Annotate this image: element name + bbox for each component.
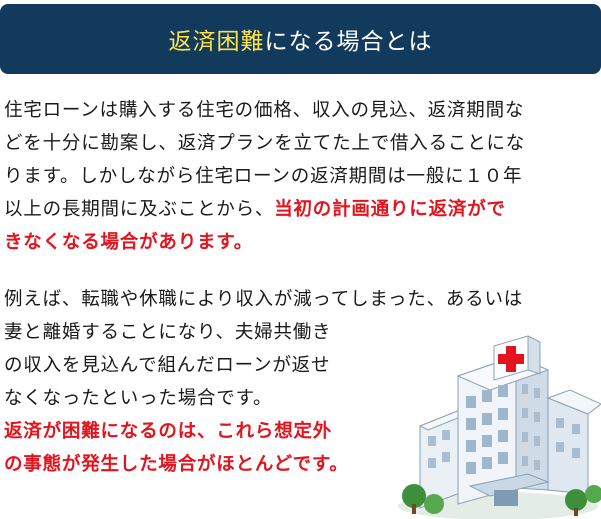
paragraph-1: 住宅ローンは購入する住宅の価格、収入の見込、返済期間な どを十分に勘案し、返済プ…: [4, 94, 525, 259]
paragraph-1-line-1: 住宅ローンは購入する住宅の価格、収入の見込、返済期間な: [4, 100, 525, 121]
header-title-rest: になる場合とは: [264, 29, 433, 55]
paragraph-1-line-2: どを十分に勘案し、返済プランを立てた上で借入ることにな: [4, 133, 526, 154]
hospital-building-icon: [398, 335, 601, 519]
paragraph-1-line-4: 以上の長期間に及ぶことから、当初の計画通りに返済がで: [4, 193, 525, 226]
emphasis-text: 当初の計画通りに返済がで: [274, 199, 506, 220]
section-header: 返済困難 になる場合とは: [0, 4, 601, 74]
paragraph-1-line-4-text: 以上の長期間に及ぶことから、: [4, 199, 275, 220]
header-title-highlight: 返済困難: [168, 29, 265, 55]
emphasis-text-continued: きなくなる場合があります。: [4, 232, 254, 253]
paragraph-2-line-1: 例えば、転職や休職により収入が減ってしまった、あるいは: [4, 289, 524, 310]
paragraph-1-line-3: ります。しかしながら住宅ローンの返済期間は一般に１０年: [4, 166, 523, 187]
